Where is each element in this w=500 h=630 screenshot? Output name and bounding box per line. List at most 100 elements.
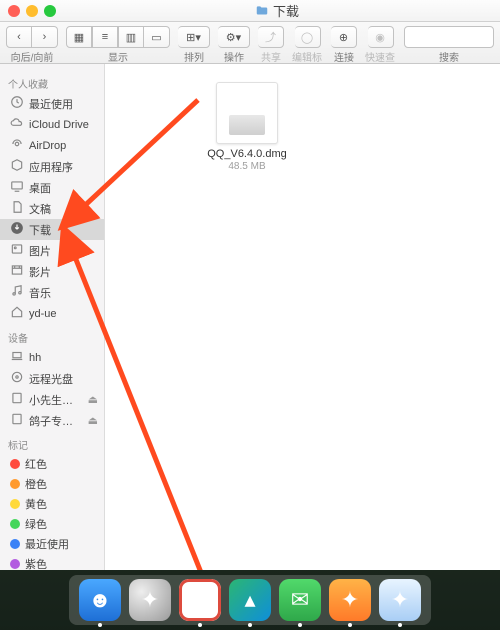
sidebar-item-label: 远程光盘 <box>29 371 73 387</box>
sidebar-item-label: 影片 <box>29 264 51 280</box>
minimize-icon[interactable] <box>26 5 38 17</box>
view-icon-button[interactable]: ▦ <box>66 26 92 48</box>
desktop-bg: ☻ ✦ ◯ ▴ ✉ ✦ ✦ <box>0 570 500 630</box>
sidebar-item-label: 红色 <box>25 456 47 472</box>
sidebar-item[interactable]: iCloud Drive <box>0 114 104 135</box>
sidebar-item[interactable]: 最近使用 <box>0 534 104 554</box>
sidebar-item-label: hh <box>29 352 41 364</box>
arrange-group: ⊞▾ 排列 <box>178 26 210 64</box>
view-column-button[interactable]: ▥ <box>118 26 144 48</box>
sidebar-heading: 标记 <box>0 431 104 454</box>
forward-button[interactable]: › <box>32 26 58 48</box>
window-title: 下载 <box>255 1 299 20</box>
view-gallery-button[interactable]: ▭ <box>144 26 170 48</box>
search-group: 搜索 <box>404 26 494 64</box>
sidebar-item[interactable]: 鸽子专… ⏏ <box>0 410 104 431</box>
sidebar-item-label: 最近使用 <box>25 536 69 552</box>
sidebar-item[interactable]: 远程光盘 <box>0 368 104 389</box>
sidebar-item[interactable]: 文稿 <box>0 198 104 219</box>
folder-icon <box>255 4 269 18</box>
disk-icon <box>10 412 24 429</box>
desktop-icon <box>10 179 24 196</box>
sidebar-item[interactable]: 应用程序 <box>0 156 104 177</box>
download-icon <box>10 221 24 238</box>
edit-tags-button[interactable]: ◯ <box>295 26 321 48</box>
quicklook-button[interactable]: ◉ <box>368 26 394 48</box>
arrange-button[interactable]: ⊞▾ <box>178 26 210 48</box>
sidebar-item-label: 鸽子专… <box>29 413 73 429</box>
music-icon <box>10 284 24 301</box>
sidebar-item-label: yd-ue <box>29 308 57 320</box>
arrange-label: 排列 <box>184 49 204 64</box>
eject-icon[interactable]: ⏏ <box>88 393 98 406</box>
action-button[interactable]: ⚙▾ <box>218 26 250 48</box>
dock-app-4[interactable]: ✦ <box>379 579 421 621</box>
connect-label: 连接 <box>334 49 354 64</box>
sidebar-item[interactable]: 音乐 <box>0 282 104 303</box>
sidebar-item-label: 桌面 <box>29 180 51 196</box>
sidebar-item[interactable]: 绿色 <box>0 514 104 534</box>
sidebar-item-label: 小先生… <box>29 392 73 408</box>
sidebar-item[interactable]: 小先生… ⏏ <box>0 389 104 410</box>
sidebar-item[interactable]: 下载 <box>0 219 104 240</box>
sidebar-item-label: 音乐 <box>29 285 51 301</box>
dock-app-2[interactable]: ✉ <box>279 579 321 621</box>
file-item[interactable]: QQ_V6.4.0.dmg 48.5 MB <box>199 82 295 172</box>
dock-finder[interactable]: ☻ <box>79 579 121 621</box>
sidebar-item[interactable]: 图片 <box>0 240 104 261</box>
sidebar-item-label: 文稿 <box>29 201 51 217</box>
home-icon <box>10 305 24 322</box>
sidebar-item[interactable]: 桌面 <box>0 177 104 198</box>
share-button[interactable]: ⤴ <box>258 26 284 48</box>
dock-launchpad[interactable]: ✦ <box>129 579 171 621</box>
sidebar-heading: 设备 <box>0 324 104 347</box>
eject-icon[interactable]: ⏏ <box>88 414 98 427</box>
dock-app-1[interactable]: ▴ <box>229 579 271 621</box>
sidebar-item[interactable]: 紫色 <box>0 554 104 570</box>
sidebar-item-label: 图片 <box>29 243 51 259</box>
dock-app-3[interactable]: ✦ <box>329 579 371 621</box>
nav-label: 向后/向前 <box>11 49 54 64</box>
nav-group: ‹ › 向后/向前 <box>6 26 58 64</box>
airdrop-icon <box>10 137 24 154</box>
cloud-icon <box>10 116 24 133</box>
share-group: ⤴ 共享 <box>258 26 284 64</box>
content-area[interactable]: QQ_V6.4.0.dmg 48.5 MB <box>105 64 500 570</box>
search-input[interactable] <box>404 26 494 48</box>
sidebar-item[interactable]: hh <box>0 347 104 368</box>
tag-dot-icon <box>10 479 20 489</box>
tag-dot-icon <box>10 459 20 469</box>
file-name: QQ_V6.4.0.dmg <box>199 148 295 160</box>
tag-dot-icon <box>10 539 20 549</box>
sidebar-item[interactable]: AirDrop <box>0 135 104 156</box>
view-group: ▦ ≡ ▥ ▭ 显示 <box>66 26 170 64</box>
sidebar-item[interactable]: 影片 <box>0 261 104 282</box>
connect-button[interactable]: ⊕ <box>331 26 357 48</box>
doc-icon <box>10 200 24 217</box>
dock: ☻ ✦ ◯ ▴ ✉ ✦ ✦ <box>69 575 431 625</box>
dock-chrome[interactable]: ◯ <box>179 579 221 621</box>
action-group: ⚙▾ 操作 <box>218 26 250 64</box>
clock-icon <box>10 95 24 112</box>
tag-dot-icon <box>10 499 20 509</box>
view-list-button[interactable]: ≡ <box>92 26 118 48</box>
photo-icon <box>10 242 24 259</box>
sidebar-item[interactable]: 黄色 <box>0 494 104 514</box>
back-button[interactable]: ‹ <box>6 26 32 48</box>
window-title-text: 下载 <box>273 1 299 20</box>
sidebar-item-label: iCloud Drive <box>29 119 89 131</box>
connect-group: ⊕ 连接 <box>331 26 357 64</box>
close-icon[interactable] <box>8 5 20 17</box>
sidebar-item[interactable]: 橙色 <box>0 474 104 494</box>
sidebar-item[interactable]: yd-ue <box>0 303 104 324</box>
disc-icon <box>10 370 24 387</box>
sidebar-item-label: 绿色 <box>25 516 47 532</box>
action-label: 操作 <box>224 49 244 64</box>
sidebar-item[interactable]: 最近使用 <box>0 93 104 114</box>
sidebar: 个人收藏最近使用iCloud DriveAirDrop应用程序桌面文稿下载图片影… <box>0 64 105 570</box>
sidebar-item[interactable]: 红色 <box>0 454 104 474</box>
zoom-icon[interactable] <box>44 5 56 17</box>
sidebar-item-label: 应用程序 <box>29 159 73 175</box>
sidebar-item-label: 紫色 <box>25 556 47 570</box>
view-label: 显示 <box>108 49 128 64</box>
